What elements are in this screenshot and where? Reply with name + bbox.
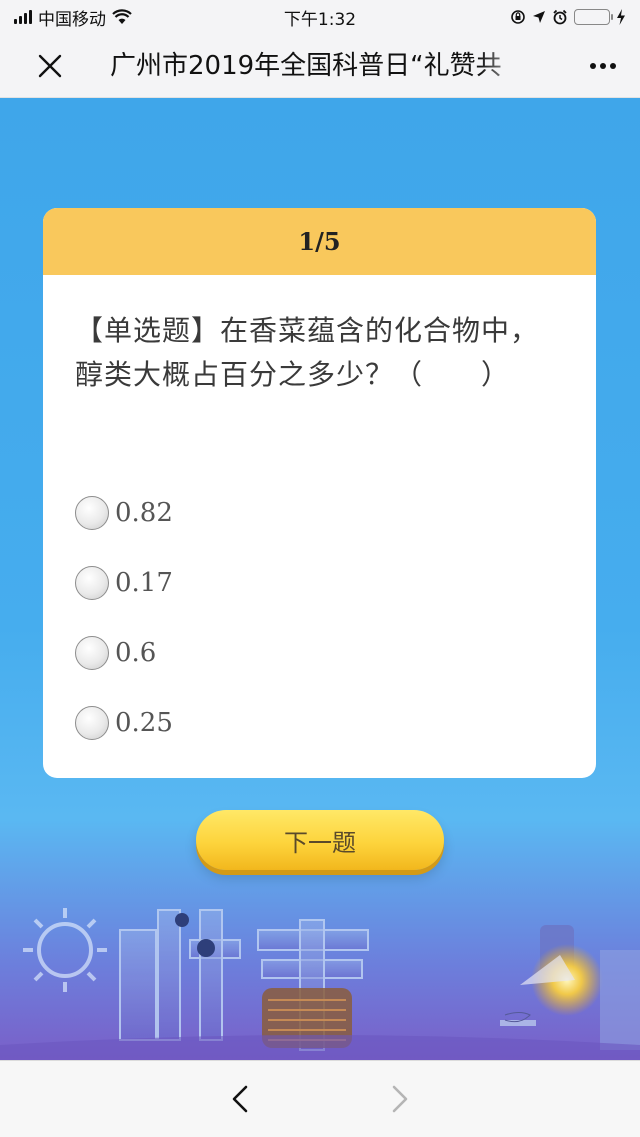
close-button[interactable]	[0, 34, 100, 98]
close-icon	[38, 54, 62, 77]
option-item[interactable]: 0.17	[75, 548, 173, 618]
chevron-right-icon	[392, 1085, 408, 1113]
radio-icon[interactable]	[75, 566, 109, 600]
charging-icon	[617, 9, 625, 25]
option-label: 0.25	[115, 708, 173, 738]
radio-icon[interactable]	[75, 636, 109, 670]
signal-icon	[14, 10, 32, 24]
quiz-page: 1/5 【单选题】在香菜蕴含的化合物中，醇类大概占百分之多少？（ ） 0.82 …	[0, 98, 640, 1060]
question-text: 【单选题】在香菜蕴含的化合物中，醇类大概占百分之多少？（ ）	[75, 314, 540, 391]
status-bar: 中国移动 下午1:32	[0, 0, 640, 34]
forward-button[interactable]	[380, 1079, 420, 1119]
location-icon	[533, 11, 545, 23]
radio-icon[interactable]	[75, 706, 109, 740]
status-right	[510, 9, 626, 25]
question-card: 1/5 【单选题】在香菜蕴含的化合物中，醇类大概占百分之多少？（ ） 0.82 …	[43, 208, 596, 778]
carrier-label: 中国移动	[38, 9, 106, 30]
battery-icon	[574, 9, 613, 25]
page-title: 广州市2019年全国科普日“礼赞共	[110, 51, 502, 81]
more-button[interactable]	[590, 34, 616, 98]
options-list: 0.82 0.17 0.6 0.25	[75, 478, 173, 758]
back-button[interactable]	[220, 1079, 260, 1119]
nav-bar: 广州市2019年全国科普日“礼赞共	[0, 34, 640, 98]
option-label: 0.82	[115, 498, 173, 528]
option-item[interactable]: 0.6	[75, 618, 173, 688]
option-label: 0.6	[115, 638, 157, 668]
chevron-left-icon	[232, 1085, 248, 1113]
option-item[interactable]: 0.82	[75, 478, 173, 548]
question-progress: 1/5	[43, 208, 596, 275]
radio-icon[interactable]	[75, 496, 109, 530]
option-label: 0.17	[115, 568, 173, 598]
status-left: 中国移动	[14, 5, 132, 30]
alarm-icon	[553, 9, 567, 25]
more-icon	[590, 63, 616, 69]
option-item[interactable]: 0.25	[75, 688, 173, 758]
orientation-lock-icon	[511, 10, 525, 24]
wifi-icon	[112, 9, 132, 24]
next-question-button[interactable]: 下一题	[196, 810, 444, 870]
bottom-toolbar	[0, 1060, 640, 1137]
